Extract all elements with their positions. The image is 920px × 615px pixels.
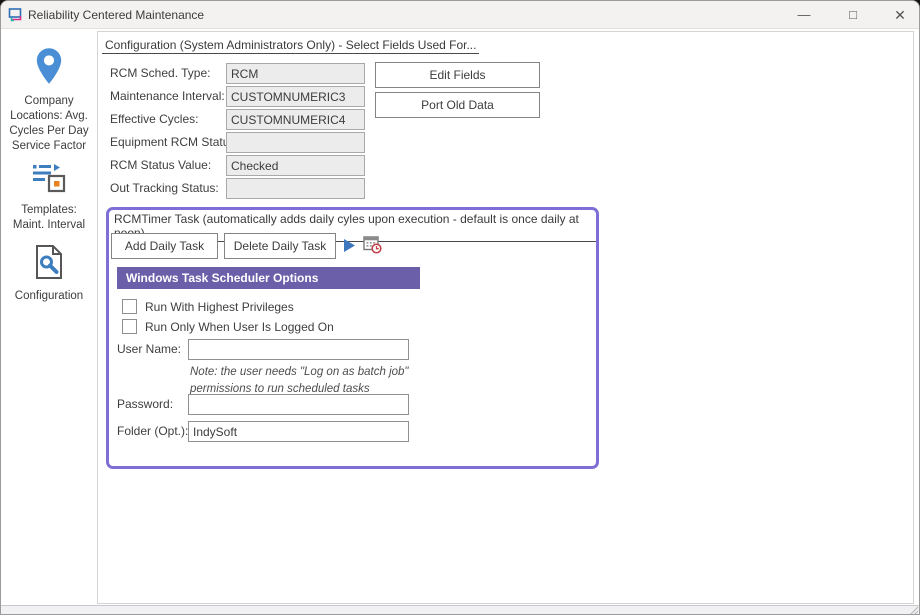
run-only-logged-on-checkbox[interactable] bbox=[122, 319, 137, 334]
folder-input[interactable] bbox=[188, 421, 409, 442]
rcm-status-value-label: RCM Status Value: bbox=[110, 155, 211, 176]
out-tracking-status-label: Out Tracking Status: bbox=[110, 178, 219, 199]
sidebar-item-label: Templates: Maint. Interval bbox=[1, 203, 97, 233]
run-highest-privileges-checkbox[interactable] bbox=[122, 299, 137, 314]
effective-cycles-field[interactable] bbox=[226, 109, 365, 130]
batch-job-note-line1: Note: the user needs "Log on as batch jo… bbox=[190, 364, 409, 381]
rcm-sched-type-field[interactable] bbox=[226, 63, 365, 84]
task-scheduler-calendar-icon[interactable] bbox=[363, 235, 382, 259]
rcmtimer-section: RCMTimer Task (automatically adds daily … bbox=[106, 207, 599, 469]
app-window: Reliability Centered Maintenance — □ ✕ C… bbox=[0, 0, 920, 615]
user-name-input[interactable] bbox=[188, 339, 409, 360]
sidebar-item-configuration[interactable]: Configuration bbox=[1, 244, 97, 304]
delete-daily-task-button[interactable]: Delete Daily Task bbox=[224, 233, 336, 259]
main-panel: Configuration (System Administrators Onl… bbox=[97, 31, 914, 604]
templates-icon bbox=[1, 162, 97, 199]
window-title: Reliability Centered Maintenance bbox=[28, 1, 204, 29]
effective-cycles-label: Effective Cycles: bbox=[110, 109, 198, 130]
sidebar-item-templates[interactable]: Templates: Maint. Interval bbox=[1, 162, 97, 233]
app-icon bbox=[8, 7, 24, 23]
out-tracking-status-field[interactable] bbox=[226, 178, 365, 199]
run-highest-privileges-label: Run With Highest Privileges bbox=[145, 299, 294, 315]
maintenance-interval-label: Maintenance Interval: bbox=[110, 86, 225, 107]
rcm-sched-type-label: RCM Sched. Type: bbox=[110, 63, 211, 84]
password-input[interactable] bbox=[188, 394, 409, 415]
password-label: Password: bbox=[117, 394, 173, 415]
sidebar: Company Locations: Avg. Cycles Per Day S… bbox=[1, 29, 97, 605]
port-old-data-button[interactable]: Port Old Data bbox=[375, 92, 540, 118]
maintenance-interval-field[interactable] bbox=[226, 86, 365, 107]
equipment-rcm-status-field[interactable] bbox=[226, 132, 365, 153]
resize-grip[interactable] bbox=[907, 603, 919, 615]
edit-fields-button[interactable]: Edit Fields bbox=[375, 62, 540, 88]
configuration-header-link[interactable]: Configuration (System Administrators Onl… bbox=[102, 38, 479, 54]
maximize-icon[interactable]: □ bbox=[838, 1, 868, 29]
minimize-icon[interactable]: — bbox=[789, 1, 819, 29]
sidebar-item-label: Configuration bbox=[1, 289, 97, 304]
titlebar: Reliability Centered Maintenance — □ ✕ bbox=[1, 1, 920, 29]
window-bottom-strip bbox=[1, 605, 920, 615]
configuration-icon bbox=[1, 244, 97, 285]
run-only-logged-on-label: Run Only When User Is Logged On bbox=[145, 319, 334, 335]
equipment-rcm-status-label: Equipment RCM Status bbox=[110, 132, 235, 153]
location-pin-icon bbox=[1, 47, 97, 90]
rcm-status-value-field[interactable] bbox=[226, 155, 365, 176]
folder-label: Folder (Opt.): bbox=[117, 421, 188, 442]
sidebar-item-company-locations[interactable]: Company Locations: Avg. Cycles Per Day S… bbox=[1, 47, 97, 154]
close-icon[interactable]: ✕ bbox=[885, 1, 915, 29]
add-daily-task-button[interactable]: Add Daily Task bbox=[111, 233, 218, 259]
user-name-label: User Name: bbox=[117, 339, 181, 360]
scheduler-options-header: Windows Task Scheduler Options bbox=[117, 267, 420, 289]
run-task-play-icon[interactable] bbox=[343, 238, 356, 258]
sidebar-item-label: Company Locations: Avg. Cycles Per Day S… bbox=[1, 94, 97, 154]
